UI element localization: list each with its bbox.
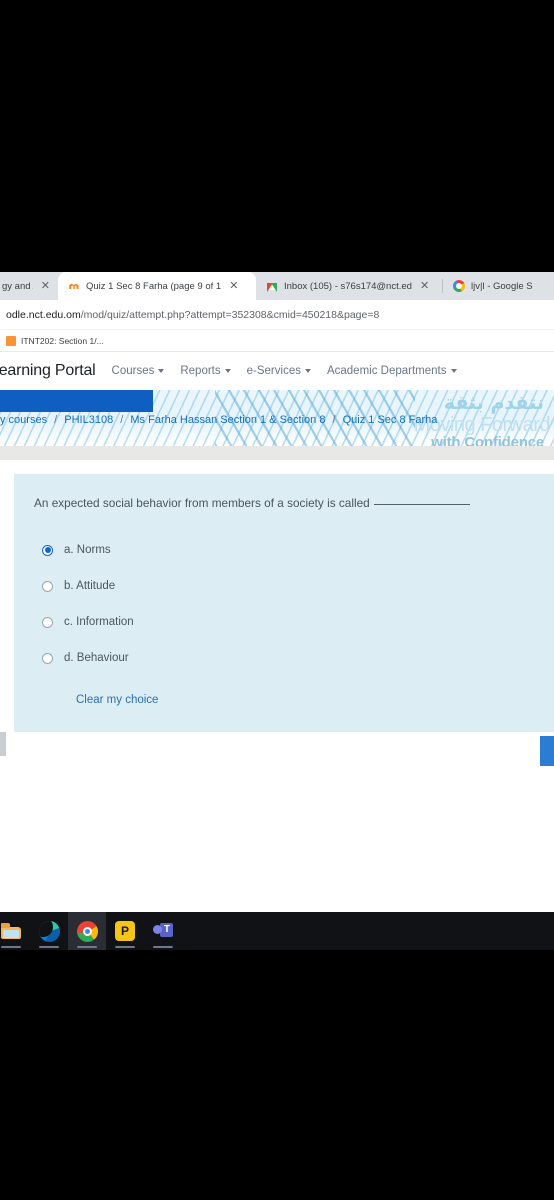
site-banner: نتقدم بثقة Moving Forward with Confidenc… [0,390,554,464]
browser-tab-strip: gy and A ✕ Quiz 1 Sec 8 Farha (page 9 of… [0,272,554,300]
screenshot-root: gy and A ✕ Quiz 1 Sec 8 Farha (page 9 of… [0,0,554,1200]
answer-option-d[interactable]: d. Behaviour [42,652,554,664]
answer-options: a. Norms b. Attitude c. Information d. B… [14,544,554,664]
taskbar-edge[interactable] [30,912,68,950]
taskbar-yellow-app[interactable] [106,912,144,950]
gmail-icon [266,281,278,292]
next-page-button[interactable] [540,736,554,766]
nav-item-label: Reports [180,365,221,377]
left-scroll-stub [0,732,6,756]
address-bar[interactable]: odle.nct.edu.om/mod/quiz/attempt.php?att… [0,300,554,330]
question-text: An expected social behavior from members… [34,496,370,510]
browser-tab-2[interactable]: Inbox (105) - s76s174@nct.ed ✕ [256,272,442,300]
nav-item-label: Courses [111,365,155,377]
breadcrumb-separator: / [54,414,58,426]
chevron-down-icon [158,369,165,373]
clear-my-choice-link[interactable]: Clear my choice [14,694,554,706]
tab-close-icon[interactable]: ✕ [418,280,429,292]
radio-button-d[interactable] [42,652,53,664]
tab-close-icon[interactable]: ✕ [227,280,238,292]
running-indicator [1,946,21,948]
site-navbar: Learning Portal Courses Reports e-Servic… [0,352,554,390]
answer-option-a[interactable]: a. Norms [42,544,554,556]
question-area: An expected social behavior from members… [0,464,554,772]
question-text-row: An expected social behavior from members… [14,496,554,510]
running-indicator [77,946,97,948]
radio-button-b[interactable] [42,580,53,592]
chrome-icon [76,920,98,942]
radio-button-c[interactable] [42,616,53,628]
answer-label-a: a. Norms [64,544,111,556]
running-indicator [115,946,135,948]
web-page: Learning Portal Courses Reports e-Servic… [0,352,554,912]
tab-title: ljv|l - Google S [471,280,533,292]
question-blank [373,504,470,505]
banner-divider [0,446,554,460]
breadcrumb: y courses / PHIL3108 / Ms Farha Hassan S… [0,414,554,426]
browser-tab-1[interactable]: Quiz 1 Sec 8 Farha (page 9 of 1 ✕ [58,272,256,300]
google-icon [453,280,465,292]
breadcrumb-separator: / [332,414,336,426]
edge-icon [38,920,60,942]
bookmark-favicon-icon [6,335,16,346]
url-text: odle.nct.edu.om/mod/quiz/attempt.php?att… [6,309,379,321]
tab-title: Inbox (105) - s76s174@nct.ed [284,280,412,292]
page-footer-area [0,732,554,772]
running-indicator [39,946,59,948]
banner-arabic-slogan: نتقدم بثقة [443,392,544,414]
running-indicator [153,946,173,948]
question-card: An expected social behavior from members… [14,474,554,732]
answer-label-d: d. Behaviour [64,652,129,664]
teams-icon [153,922,173,940]
nav-item-e-services[interactable]: e-Services [247,365,311,377]
radio-button-a[interactable] [42,544,53,556]
bookmark-item-label[interactable]: ITNT202: Section 1/... [21,336,104,346]
tab-title: gy and A [2,280,33,292]
bookmarks-bar: ITNT202: Section 1/... [0,330,554,352]
file-explorer-icon [1,923,21,939]
breadcrumb-item-course-code[interactable]: PHIL3108 [64,414,113,426]
answer-label-c: c. Information [64,616,134,628]
taskbar-chrome[interactable] [68,912,106,950]
answer-option-c[interactable]: c. Information [42,616,554,628]
chevron-down-icon [224,369,231,373]
browser-tab-3[interactable]: ljv|l - Google S [443,272,551,300]
url-domain: odle.nct.edu.om [6,308,81,321]
breadcrumb-item-section[interactable]: Ms Farha Hassan Section 1 & Section 8 [130,414,325,426]
breadcrumb-separator: / [120,414,124,426]
chevron-down-icon [304,369,311,373]
moodle-icon [69,283,79,289]
windows-taskbar [0,912,554,950]
tab-close-icon[interactable]: ✕ [39,280,50,292]
browser-tab-0[interactable]: gy and A ✕ [0,272,58,300]
tab-title: Quiz 1 Sec 8 Farha (page 9 of 1 [86,280,222,292]
answer-label-b: b. Attitude [64,580,116,592]
nav-item-academic-departments[interactable]: Academic Departments [327,365,457,377]
chevron-down-icon [450,369,457,373]
breadcrumb-item-quiz[interactable]: Quiz 1 Sec 8 Farha [343,414,438,426]
nav-item-reports[interactable]: Reports [180,365,231,377]
browser-window: gy and A ✕ Quiz 1 Sec 8 Farha (page 9 of… [0,272,554,912]
yellow-app-icon [115,921,135,941]
site-brand[interactable]: Learning Portal [0,362,96,380]
nav-item-label: Academic Departments [326,365,447,377]
banner-blue-bar [0,390,153,412]
url-path: /mod/quiz/attempt.php?attempt=352308&cmi… [80,308,380,321]
taskbar-teams[interactable] [144,912,182,950]
breadcrumb-item-my-courses[interactable]: y courses [0,414,47,426]
nav-item-courses[interactable]: Courses [112,365,165,377]
answer-option-b[interactable]: b. Attitude [42,580,554,592]
nav-item-label: e-Services [246,365,301,377]
letterbox-bottom [0,984,554,1200]
letterbox-top [0,0,554,272]
taskbar-file-explorer[interactable] [0,912,30,950]
